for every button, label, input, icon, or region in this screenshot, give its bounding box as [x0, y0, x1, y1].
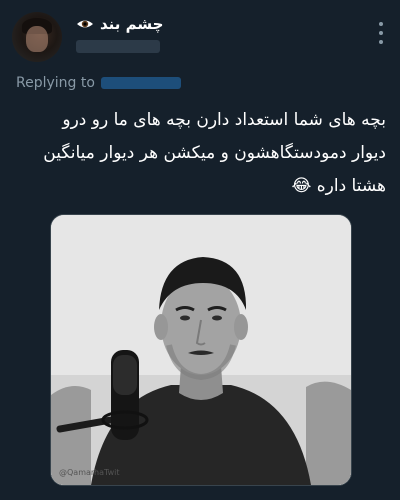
display-name[interactable]: چشم بند: [100, 15, 163, 33]
tweet-line: دیوار دمودستگاهشون و میکشن هر دیوار میان…: [43, 143, 386, 163]
tweet-line: بچه های شما استعداد دارن بچه های ما رو د…: [62, 110, 386, 130]
tweet-text: بچه های شما استعداد دارن بچه های ما رو د…: [14, 104, 386, 203]
avatar-face: [26, 26, 48, 52]
author-handle[interactable]: [76, 40, 160, 53]
tweet-line: هشتا داره 😂: [291, 176, 386, 196]
author-row: چشم بند: [76, 15, 163, 33]
more-options-icon[interactable]: [378, 22, 384, 44]
meme-photo: [51, 215, 351, 485]
replying-to: Replying to: [16, 75, 181, 91]
replying-to-label: Replying to: [16, 75, 95, 91]
tweet-media-image[interactable]: @QamarhaTwit: [50, 214, 352, 486]
eye-icon: [76, 15, 94, 33]
avatar[interactable]: [12, 12, 62, 62]
image-watermark: @QamarhaTwit: [59, 468, 120, 477]
replying-to-handle[interactable]: [100, 77, 181, 89]
